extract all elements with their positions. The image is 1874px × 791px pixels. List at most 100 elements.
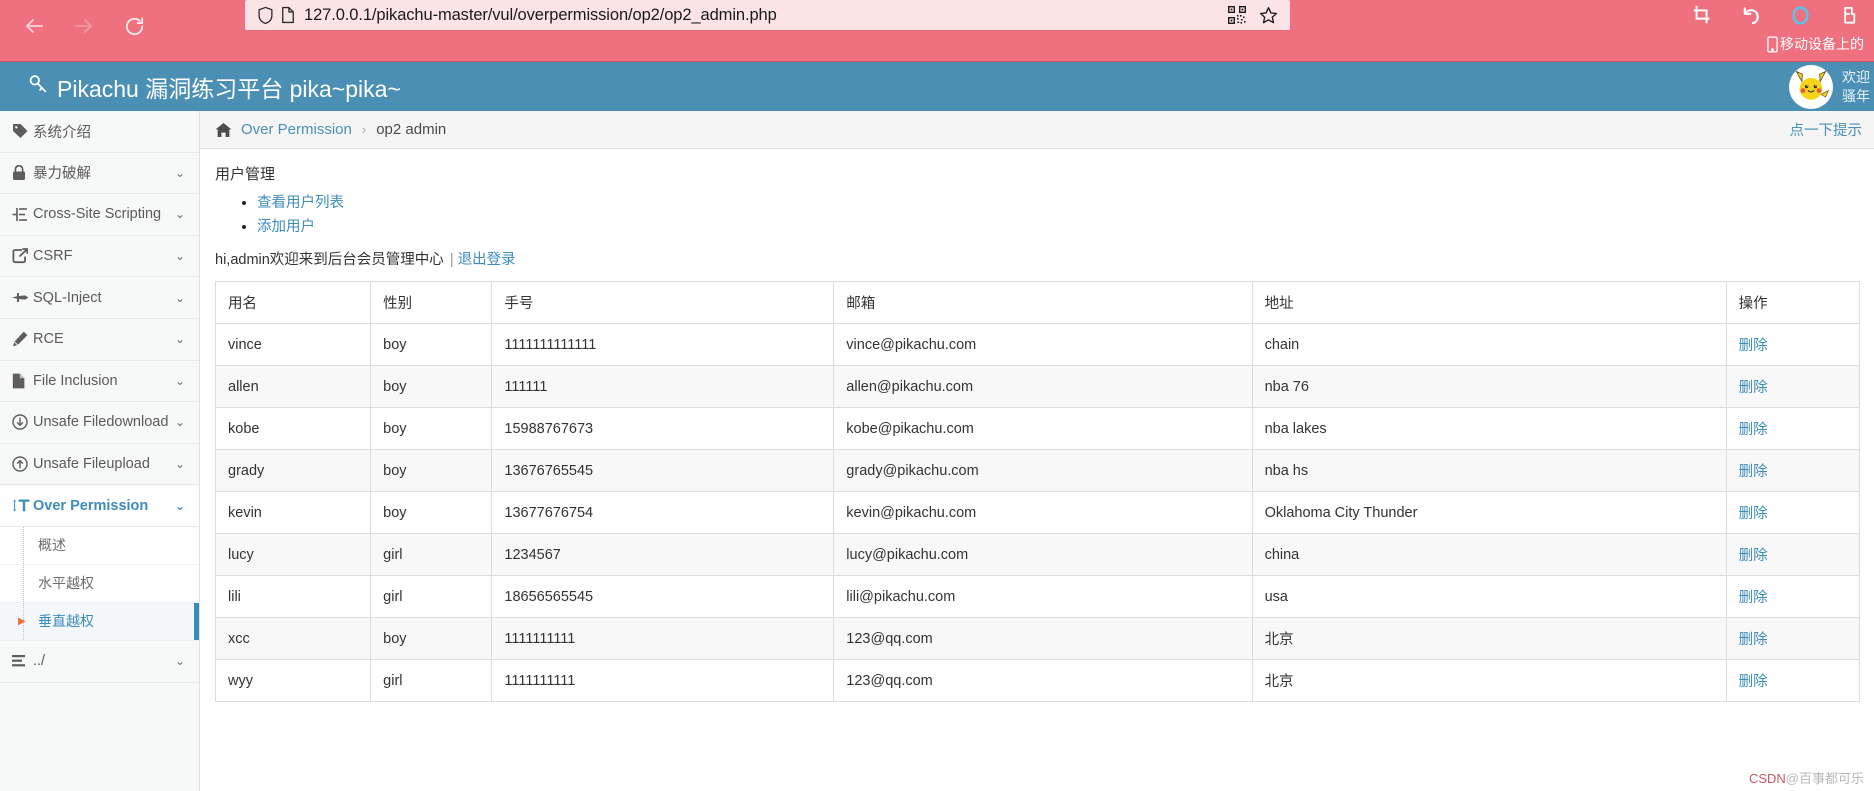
cell-action: 删除 <box>1725 575 1861 618</box>
cell-name: kobe <box>214 407 372 450</box>
bookmark-star-icon[interactable] <box>1259 6 1278 25</box>
lock-icon <box>12 164 31 181</box>
breadcrumb-root-link[interactable]: Over Permission <box>241 121 352 138</box>
table-row: lili girl 18656565545 lili@pikachu.com usa 删除 <box>214 575 1861 618</box>
content-area: 用户管理 查看用户列表 添加用户 hi,admin欢迎来到后台会员管理中心 |退出… <box>200 149 1874 702</box>
screenshot-icon[interactable] <box>1691 4 1713 26</box>
cell-sex: girl <box>370 659 493 702</box>
cell-sex: boy <box>370 449 493 492</box>
cell-action: 删除 <box>1725 407 1861 450</box>
add-user-link[interactable]: 添加用户 <box>257 219 315 235</box>
breadcrumb: Over Permission › op2 admin 点一下提示 <box>200 111 1874 149</box>
sidebar-item-system-intro[interactable]: 系统介绍 <box>0 111 199 153</box>
chevron-down-icon: ⌄ <box>174 249 185 264</box>
delete-user-link[interactable]: 删除 <box>1739 674 1768 690</box>
cell-name: xcc <box>214 617 372 660</box>
view-user-list-link[interactable]: 查看用户列表 <box>257 195 344 211</box>
sidebar-item-brute-force[interactable]: 暴力破解 ⌄ <box>0 152 199 195</box>
opera-circle-icon[interactable] <box>1789 4 1811 26</box>
back-button[interactable] <box>16 8 52 44</box>
cell-address: usa <box>1251 575 1727 618</box>
user-profile-area[interactable]: 欢迎 骚年 <box>1789 62 1874 112</box>
cell-phone: 13677676754 <box>491 491 835 534</box>
sidebar-subitem-horizontal[interactable]: 水平越权 <box>0 564 199 603</box>
welcome-text: 欢迎 骚年 <box>1842 68 1870 106</box>
cell-name: kevin <box>214 491 372 534</box>
chevron-down-icon: ⌄ <box>174 498 185 513</box>
hint-link[interactable]: 点一下提示 <box>1790 119 1863 140</box>
sidebar-item-sql-inject[interactable]: SQL-Inject ⌄ <box>0 277 199 319</box>
watermark-prefix: CSDN <box>1748 771 1786 786</box>
mobile-phone-icon <box>1767 36 1778 52</box>
cell-phone: 111111 <box>491 365 835 408</box>
cell-email: vince@pikachu.com <box>833 323 1253 366</box>
logout-link[interactable]: 退出登录 <box>458 252 516 268</box>
user-table: 用名 性别 手号 邮箱 地址 操作 vince boy 1111111111111 v… <box>214 281 1861 702</box>
cell-name: vince <box>214 323 372 366</box>
delete-user-link[interactable]: 删除 <box>1739 506 1768 522</box>
sidebar-subitem-overview[interactable]: 概述 <box>0 526 199 565</box>
forward-button[interactable] <box>66 8 102 44</box>
upload-circle-icon <box>12 456 31 472</box>
sidebar-item-label: Unsafe Filedownload <box>33 414 169 431</box>
plane-icon <box>12 291 31 304</box>
sidebar-item-more[interactable]: ../ ⌄ <box>0 640 199 683</box>
pikachu-avatar-icon <box>1791 67 1831 107</box>
sidebar-subitem-vertical[interactable]: ▶ 垂直越权 <box>0 602 199 641</box>
cell-phone: 1111111111 <box>491 659 835 702</box>
cell-sex: boy <box>370 407 493 450</box>
sidebar-item-label: File Inclusion <box>33 372 118 389</box>
sidebar-item-rce[interactable]: RCE ⌄ <box>0 318 199 361</box>
delete-user-link[interactable]: 删除 <box>1739 632 1768 648</box>
chevron-down-icon: ⌄ <box>174 290 185 305</box>
extension-icon[interactable] <box>1838 4 1860 26</box>
shield-icon <box>257 6 274 25</box>
chevron-down-icon: ⌄ <box>174 654 185 669</box>
home-icon[interactable] <box>215 122 232 138</box>
qr-code-icon[interactable] <box>1228 6 1246 24</box>
cell-phone: 18656565545 <box>491 575 835 618</box>
cell-email: kobe@pikachu.com <box>833 407 1253 450</box>
sidebar-item-unsafe-filedownload[interactable]: Unsafe Filedownload ⌄ <box>0 402 199 444</box>
delete-user-link[interactable]: 删除 <box>1739 338 1768 354</box>
welcome-line-2: 骚年 <box>1842 88 1870 104</box>
cell-action: 删除 <box>1725 365 1861 408</box>
sidebar-item-label: ../ <box>33 653 46 670</box>
cell-sex: boy <box>370 617 493 660</box>
sidebar-item-unsafe-fileupload[interactable]: Unsafe Fileupload ⌄ <box>0 443 199 486</box>
sidebar-item-file-inclusion[interactable]: File Inclusion ⌄ <box>0 360 199 403</box>
table-row: lucy girl 1234567 lucy@pikachu.com china 删除 <box>214 533 1861 576</box>
file-icon <box>12 373 31 389</box>
delete-user-link[interactable]: 删除 <box>1739 422 1768 438</box>
cell-action: 删除 <box>1725 617 1861 660</box>
chevron-down-icon: ⌄ <box>174 415 185 430</box>
sidebar-item-label: Cross-Site Scripting <box>33 206 162 223</box>
cell-sex: boy <box>370 365 493 408</box>
undo-icon[interactable] <box>1740 4 1762 26</box>
delete-user-link[interactable]: 删除 <box>1739 464 1768 480</box>
action-link-list: 查看用户列表 添加用户 <box>239 191 1874 236</box>
cell-action: 删除 <box>1725 533 1861 576</box>
chevron-down-icon: ⌄ <box>174 373 185 388</box>
reload-button[interactable] <box>116 8 152 44</box>
cell-address: chain <box>1251 323 1727 366</box>
delete-user-link[interactable]: 删除 <box>1739 380 1768 396</box>
sidebar-subitem-label: 水平越权 <box>38 575 94 592</box>
sidebar-item-xss[interactable]: Cross-Site Scripting ⌄ <box>0 194 199 236</box>
app-title: Pikachu 漏洞练习平台 pika~pika~ <box>57 75 401 102</box>
cell-phone: 1111111111 <box>491 617 835 660</box>
table-row: xcc boy 1111111111 123@qq.com 北京 删除 <box>214 617 1861 660</box>
forward-arrow-icon <box>75 19 92 33</box>
address-bar[interactable]: 127.0.0.1/pikachu-master/vul/overpermiss… <box>245 0 1290 30</box>
delete-user-link[interactable]: 删除 <box>1739 590 1768 606</box>
main-content: Over Permission › op2 admin 点一下提示 用户管理 查… <box>200 111 1874 791</box>
sidebar-item-label: 暴力破解 <box>33 166 91 183</box>
avatar <box>1789 65 1833 109</box>
sidebar-item-over-permission[interactable]: Over Permission ⌄ <box>0 485 199 527</box>
address-bar-actions <box>1228 6 1278 25</box>
address-bar-url[interactable]: 127.0.0.1/pikachu-master/vul/overpermiss… <box>304 6 1228 25</box>
delete-user-link[interactable]: 删除 <box>1739 548 1768 564</box>
welcome-line-1: 欢迎 <box>1842 69 1870 85</box>
mobile-device-hint[interactable]: 移动设备上的 <box>1767 34 1864 54</box>
sidebar-item-csrf[interactable]: CSRF ⌄ <box>0 235 199 278</box>
